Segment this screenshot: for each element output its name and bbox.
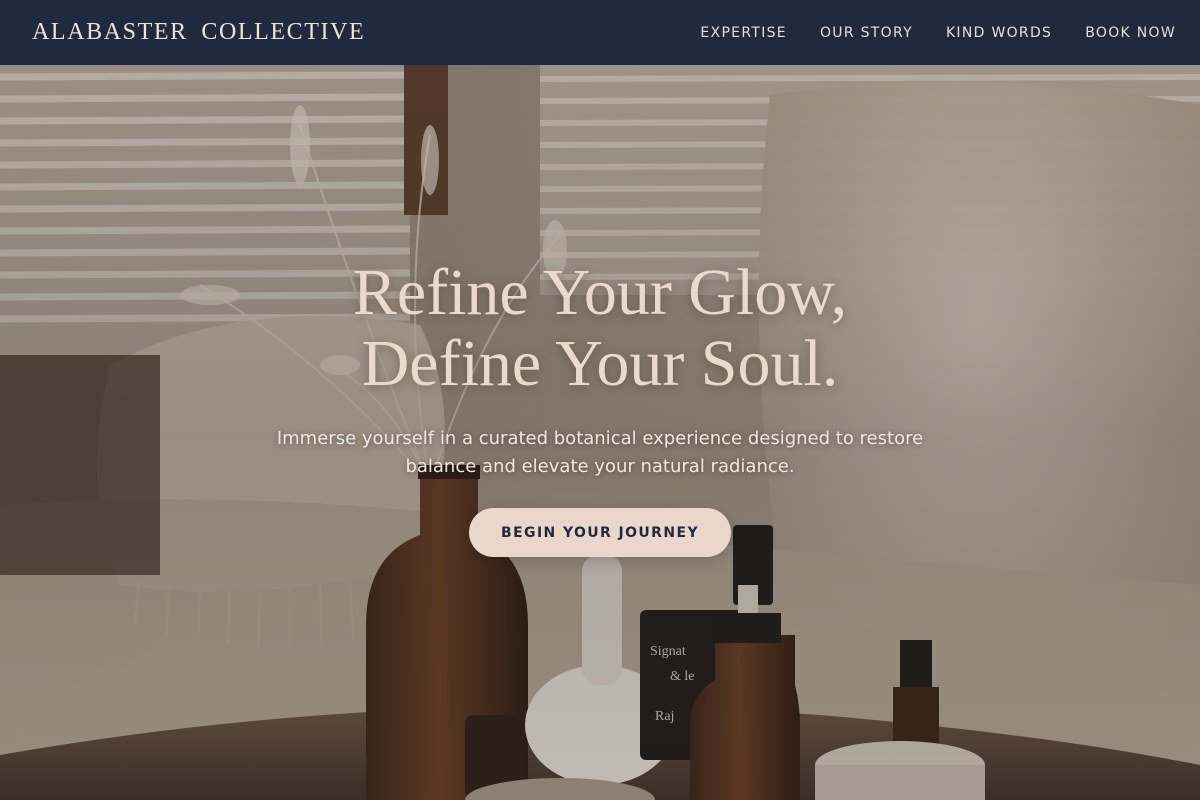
hero-section: Refine Your Glow, Define Your Soul. Imme… — [0, 65, 1200, 800]
nav-link-book-now[interactable]: BOOK NOW — [1085, 25, 1176, 41]
hero-title: Refine Your Glow, Define Your Soul. — [100, 257, 1100, 399]
hero-subtitle: Immerse yourself in a curated botanical … — [276, 428, 924, 477]
begin-journey-button[interactable]: BEGIN YOUR JOURNEY — [469, 508, 731, 557]
nav-link-our-story[interactable]: OUR STORY — [820, 25, 913, 41]
nav-link-kind-words[interactable]: KIND WORDS — [946, 25, 1052, 41]
brand-logo-link[interactable]: ALABASTER COLLECTIVE — [32, 19, 365, 46]
top-navbar: ALABASTER COLLECTIVE EXPERTISE OUR STORY… — [0, 0, 1200, 65]
main-nav: EXPERTISE OUR STORY KIND WORDS BOOK NOW — [700, 25, 1176, 41]
hero-title-line-1: Refine Your Glow, — [352, 256, 848, 329]
hero-title-line-2: Define Your Soul. — [361, 327, 839, 400]
nav-link-expertise[interactable]: EXPERTISE — [700, 25, 787, 41]
